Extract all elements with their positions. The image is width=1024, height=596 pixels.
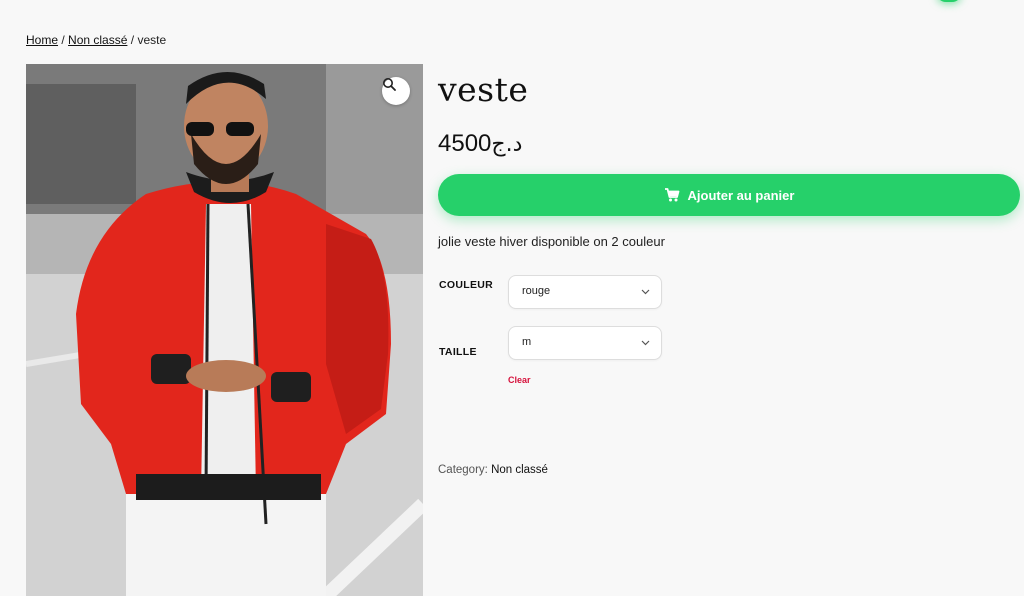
clear-variations-link[interactable]: Clear [508, 375, 531, 385]
breadcrumb-current: veste [137, 33, 167, 47]
breadcrumb-separator: / [130, 33, 135, 47]
breadcrumb-separator: / [61, 33, 65, 47]
color-label: COULEUR [439, 279, 494, 291]
color-select-value: rouge [522, 285, 551, 297]
price-currency: د.ج [491, 132, 523, 157]
breadcrumb: Home / Non classé / veste [26, 33, 166, 47]
add-to-cart-label: Ajouter au panier [687, 187, 795, 203]
cart-icon [664, 188, 679, 202]
chevron-down-icon [641, 289, 650, 295]
size-select[interactable]: m [508, 326, 662, 360]
breadcrumb-home-link[interactable]: Home [26, 33, 58, 47]
product-summary: veste د.ج4500 Ajouter au panier jolie ve… [438, 64, 1020, 476]
product-image[interactable] [26, 64, 423, 596]
color-select[interactable]: rouge [508, 275, 662, 309]
product-price: د.ج4500 [438, 130, 522, 158]
breadcrumb-category-link[interactable]: Non classé [68, 33, 127, 47]
chevron-down-icon [641, 340, 650, 346]
size-select-value: m [522, 336, 532, 348]
price-amount: 4500 [438, 130, 492, 157]
product-title: veste [438, 70, 529, 109]
category-label: Category: [438, 464, 488, 476]
floating-action-button[interactable] [936, 0, 962, 2]
add-to-cart-button[interactable]: Ajouter au panier [438, 174, 1020, 216]
product-photo [26, 64, 423, 596]
category-link[interactable]: Non classé [491, 464, 548, 476]
product-meta: Category: Non classé [438, 464, 548, 476]
zoom-magnifier-icon[interactable] [382, 77, 410, 105]
size-label: TAILLE [439, 346, 477, 358]
product-description: jolie veste hiver disponible on 2 couleu… [438, 234, 665, 249]
